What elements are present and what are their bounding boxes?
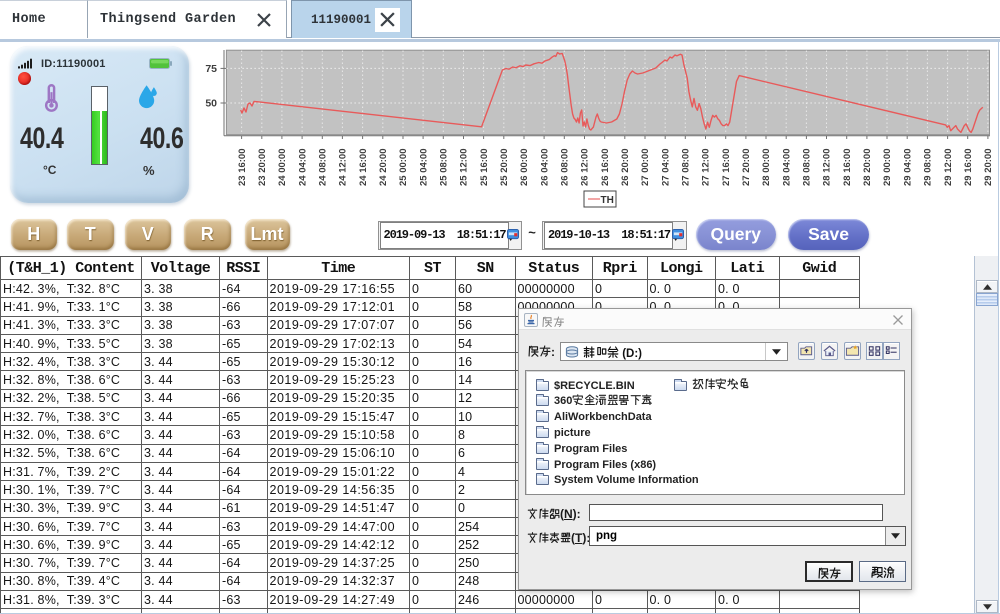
svg-text:24 04:00: 24 04:00: [297, 148, 308, 186]
svg-text:28 00:00: 28 00:00: [761, 148, 772, 186]
svg-text:27 08:00: 27 08:00: [681, 148, 692, 186]
svg-text:24 20:00: 24 20:00: [378, 148, 389, 186]
svg-text:TH: TH: [601, 195, 614, 206]
svg-text:25 04:00: 25 04:00: [418, 148, 429, 186]
svg-text:29 04:00: 29 04:00: [902, 148, 913, 186]
svg-text:27 12:00: 27 12:00: [701, 148, 712, 186]
svg-text:25 16:00: 25 16:00: [479, 148, 490, 186]
svg-text:26 20:00: 26 20:00: [620, 148, 631, 186]
svg-text:26 00:00: 26 00:00: [519, 148, 530, 186]
svg-text:27 04:00: 27 04:00: [660, 148, 671, 186]
svg-text:24 00:00: 24 00:00: [277, 148, 288, 186]
svg-text:29 20:00: 29 20:00: [983, 148, 994, 186]
svg-text:28 20:00: 28 20:00: [862, 148, 873, 186]
svg-text:50: 50: [205, 98, 217, 110]
svg-text:25 00:00: 25 00:00: [398, 148, 409, 186]
svg-text:28 16:00: 28 16:00: [842, 148, 853, 186]
svg-text:28 04:00: 28 04:00: [781, 148, 792, 186]
svg-text:28 12:00: 28 12:00: [822, 148, 833, 186]
svg-text:24 08:00: 24 08:00: [318, 148, 329, 186]
svg-text:27 16:00: 27 16:00: [721, 148, 732, 186]
svg-text:29 12:00: 29 12:00: [943, 148, 954, 186]
svg-text:25 20:00: 25 20:00: [499, 148, 510, 186]
svg-text:29 08:00: 29 08:00: [923, 148, 934, 186]
svg-text:27 00:00: 27 00:00: [640, 148, 651, 186]
svg-text:23 16:00: 23 16:00: [237, 148, 248, 186]
svg-text:29 16:00: 29 16:00: [963, 148, 974, 186]
svg-text:27 20:00: 27 20:00: [741, 148, 752, 186]
svg-text:26 04:00: 26 04:00: [539, 148, 550, 186]
svg-text:24 12:00: 24 12:00: [338, 148, 349, 186]
svg-text:26 12:00: 26 12:00: [580, 148, 591, 186]
svg-text:25 08:00: 25 08:00: [439, 148, 450, 186]
svg-text:75: 75: [205, 63, 217, 75]
svg-text:26 16:00: 26 16:00: [600, 148, 611, 186]
svg-text:25 12:00: 25 12:00: [459, 148, 470, 186]
svg-text:29 00:00: 29 00:00: [882, 148, 893, 186]
svg-text:26 08:00: 26 08:00: [560, 148, 571, 186]
svg-text:24 16:00: 24 16:00: [358, 148, 369, 186]
svg-text:28 08:00: 28 08:00: [802, 148, 813, 186]
svg-text:23 20:00: 23 20:00: [257, 148, 268, 186]
